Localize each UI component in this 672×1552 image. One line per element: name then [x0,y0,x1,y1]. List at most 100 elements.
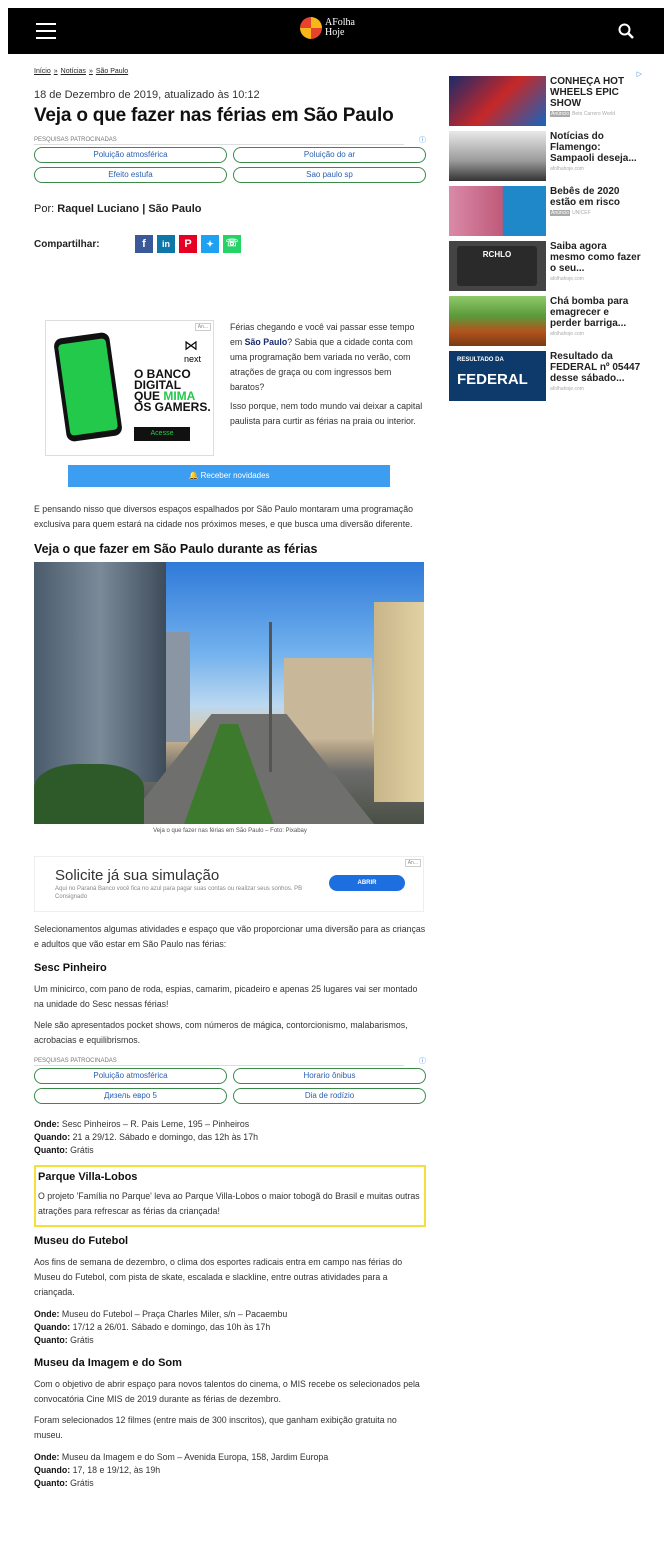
info-icon[interactable]: ⓘ [419,135,426,145]
paragraph: O projeto 'Família no Parque' leva ao Pa… [38,1191,420,1216]
paragraph: Selecionamentos algumas atividades e esp… [34,924,426,949]
card-source: afolhahoje.com [550,276,584,282]
card-source: afolhahoje.com [550,386,584,392]
ad-cta-button[interactable]: Acesse [134,427,190,441]
sponsored-pill[interactable]: Efeito estufa [34,167,227,183]
ad-title: Solicite já sua simulação [55,867,220,884]
thumbnail-image: RCHLO [449,241,546,291]
sponsored-searches-1: PESQUISAS PATROCINADAS ⓘ Poluição atmosf… [34,137,426,183]
ad-banner-simulacao[interactable]: An... Solicite já sua simulação Aqui no … [34,856,424,912]
card-source: afolhahoje.com [550,331,584,337]
linkedin-icon[interactable]: in [157,235,175,253]
ad-badge: Anúncio [550,210,571,216]
breadcrumb-sao-paulo[interactable]: São Paulo [96,68,128,75]
logo-line-2: Hoje [325,27,345,38]
info-icon[interactable]: ⓘ [419,1056,426,1066]
article-body: E pensando nisso que diversos espaços es… [34,502,426,1490]
recommendation-card[interactable]: Notícias do Flamengo: Sampaoli deseja...… [449,131,642,185]
section-heading-villa-lobos: Parque Villa-Lobos [38,1171,138,1183]
section-heading-mis: Museu da Imagem e do Som [34,1357,182,1369]
share-label: Compartilhar: [34,238,100,250]
thumbnail-image: RESULTADO DA FEDERAL [449,351,546,401]
byline-prefix: Por: [34,203,55,215]
ad-banner-banco[interactable]: An... ⋈ next O BANCO DIGITAL QUE MIMA OS … [45,320,214,456]
phone-image [53,331,123,443]
search-icon[interactable] [618,23,634,39]
share-bar: Compartilhar: f in P ✦ ☏ [34,235,426,253]
card-title: CONHEÇA HOT WHEELS EPIC SHOW [550,76,625,109]
thumbnail-image [449,296,546,346]
brand-logo: ⋈ next [183,337,201,364]
sponsored-pill[interactable]: Poluição atmosférica [34,1068,227,1084]
intro-paragraph-2: Isso porque, nem todo mundo vai deixar a… [230,401,423,426]
sponsored-label: PESQUISAS PATROCINADAS [34,137,404,145]
sesc-info: Onde: Sesc Pinheiros – R. Pais Leme, 195… [34,1119,258,1155]
byline: Por: Raquel Luciano | São Paulo [34,203,426,215]
card-source: UNICEF [572,210,591,216]
breadcrumb-home[interactable]: Início [34,68,51,75]
section-heading-futebol: Museu do Futebol [34,1235,129,1247]
photo-caption: Veja o que fazer nas férias em São Paulo… [153,828,307,834]
paragraph: Com o objetivo de abrir espaço para novo… [34,1379,420,1404]
article-title: Veja o que fazer nas férias em São Paulo [34,105,394,126]
article-date: 18 de Dezembro de 2019, atualizado às 10… [34,89,260,101]
pinterest-icon[interactable]: P [179,235,197,253]
breadcrumb: Início» Notícias» São Paulo [34,68,129,75]
recommendation-card[interactable]: RCHLO Saiba agora mesmo como fazer o seu… [449,241,642,295]
logo-mark-icon [300,17,322,39]
recommendation-card[interactable]: CONHEÇA HOT WHEELS EPIC SHOW Anúncio Beto … [449,76,642,130]
thumbnail-image [449,186,546,236]
mis-info: Onde: Museu da Imagem e do Som – Avenida… [34,1452,329,1488]
author-name: Raquel Luciano | São Paulo [57,203,202,215]
sponsored-pill[interactable]: Horario ônibus [233,1068,426,1084]
sponsored-pill[interactable]: Sao paulo sp [233,167,426,183]
paragraph: Um minicirco, com pano de roda, espias, … [34,984,418,1009]
hamburger-icon[interactable] [36,23,56,39]
card-title: Notícias do Flamengo: Sampaoli deseja... [550,131,637,164]
recommendation-card[interactable]: Bebês de 2020 estão em risco Anúncio UNICE… [449,186,642,240]
ad-headline: O BANCO DIGITAL QUE MIMA OS GAMERS. [134,367,211,414]
card-title: Saiba agora mesmo como fazer o seu... [550,241,641,274]
section-heading: Veja o que fazer em São Paulo durante as… [34,542,318,556]
breadcrumb-news[interactable]: Notícias [61,68,86,75]
paragraph: Nele são apresentados pocket shows, com … [34,1020,408,1045]
receive-news-button[interactable]: 🔔 Receber novidades [68,465,390,487]
twitter-icon[interactable]: ✦ [201,235,219,253]
sao-paulo-photo [34,562,424,824]
ad-badge: Anúncio [550,111,571,117]
sidebar-recommendations: ▷ CONHEÇA HOT WHEELS EPIC SHOW Anúncio Bet… [449,71,642,406]
sponsored-pill[interactable]: Дизель евро 5 [34,1088,227,1104]
adchoices-icon[interactable]: ▷ [637,70,642,78]
sponsored-pill[interactable]: Dia de rodízio [233,1088,426,1104]
paragraph: E pensando nisso que diversos espaços es… [34,504,413,529]
ad-description: Aqui no Paraná Banco você fica no azul p… [55,886,303,900]
sponsored-pill[interactable]: Poluição do ar [233,147,426,163]
notify-label: Receber novidades [200,471,270,480]
card-source: afolhahoje.com [550,166,584,172]
highlighted-section: Parque Villa-Lobos O projeto 'Família no… [34,1165,426,1227]
sao-paulo-link[interactable]: São Paulo [245,337,288,347]
ad-tag: An... [194,323,211,331]
sponsored-label: PESQUISAS PATROCINADAS [34,1058,404,1066]
paragraph: Foram selecionados 12 filmes (entre mais… [34,1415,397,1440]
sponsored-pill[interactable]: Poluição atmosférica [34,147,227,163]
ad-open-button[interactable]: ABRIR [329,875,405,891]
recommendation-card[interactable]: RESULTADO DA FEDERAL Resultado da FEDERA… [449,351,642,405]
article-column: Início» Notícias» São Paulo 18 de Dezembro… [34,68,426,253]
ad-tag: An... [404,859,421,867]
top-navigation-bar: AFolha Hoje [8,8,664,54]
article-intro: Férias chegando e você vai passar esse t… [230,320,426,433]
thumbnail-image [449,131,546,181]
card-source: Beto Carrero World [572,111,616,117]
section-heading-sesc: Sesc Pinheiro [34,962,107,974]
card-title: Chá bomba para emagrecer e perder barrig… [550,296,629,329]
paragraph: Aos fins de semana de dezembro, o clima … [34,1257,403,1297]
site-logo[interactable]: AFolha Hoje [300,17,355,39]
whatsapp-icon[interactable]: ☏ [223,235,241,253]
futebol-info: Onde: Museu do Futebol – Praça Charles M… [34,1309,288,1345]
intro-paragraph-1: Férias chegando e você vai passar esse t… [230,322,415,392]
recommendation-card[interactable]: Chá bomba para emagrecer e perder barrig… [449,296,642,350]
facebook-icon[interactable]: f [135,235,153,253]
thumbnail-image [449,76,546,126]
sponsored-searches-2: PESQUISAS PATROCINADAS ⓘ Poluição atmosf… [34,1058,426,1104]
